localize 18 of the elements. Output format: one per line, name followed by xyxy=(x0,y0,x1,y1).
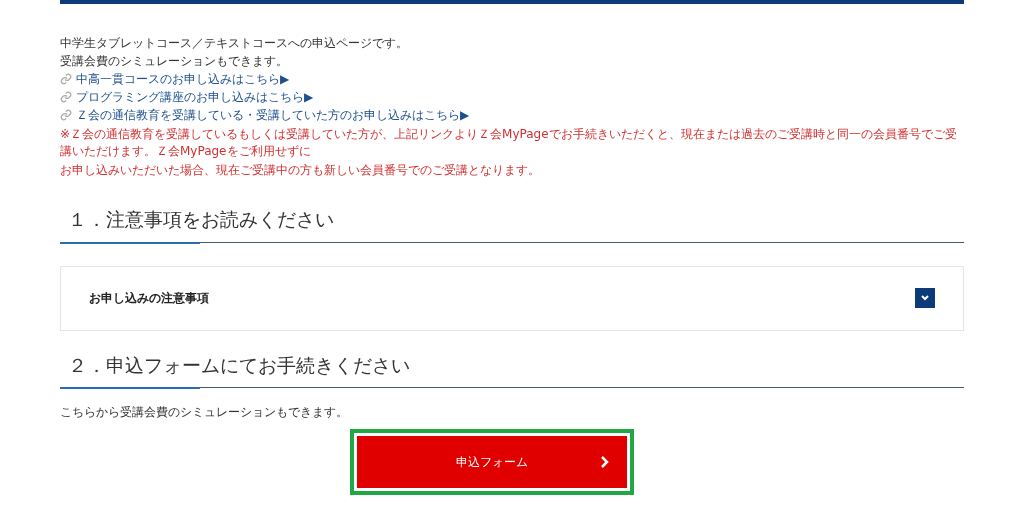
link-icon xyxy=(60,73,72,85)
intro-text: 中学生タブレットコース／テキストコースへの申込ページです。 xyxy=(60,35,409,52)
chevron-icon[interactable] xyxy=(915,288,935,308)
accordion-panel[interactable]: お申し込みの注意事項 xyxy=(60,265,964,331)
intro-text: 受講会費のシミュレーションもできます。 xyxy=(60,53,289,70)
section-heading: ２．申込フォームにてお手続きください xyxy=(67,352,411,378)
chevron-right-icon xyxy=(600,456,609,468)
course-link[interactable]: プログラミング講座のお申し込みはこちら▶ xyxy=(76,88,314,106)
section-heading: １．注意事項をお読みください xyxy=(67,207,335,232)
notice-text: ※Ｚ会の通信教育を受講しているもしくは受講していた方が、上記リンクよりＺ会MyPageでお手続きいただくと、現在または過去のご受講時と同一の会員番号でご受講いただけます。Ｚ会MyPageをご利用せずに xyxy=(60,126,958,160)
course-link[interactable]: 中高一貫コースのお申し込みはこちら▶ xyxy=(76,70,290,88)
link-icon xyxy=(60,109,72,121)
accordion-title: お申し込みの注意事項 xyxy=(89,290,209,307)
course-link[interactable]: Ｚ会の通信教育を受講している・受講していた方のお申し込みはこちら▶ xyxy=(76,106,470,124)
link-icon xyxy=(60,91,72,103)
application-form-button[interactable]: 申込フォーム xyxy=(357,436,627,488)
simulation-text: こちらから受講会費のシミュレーションもできます。 xyxy=(60,404,349,421)
notice-text: お申し込みいただいた場合、現在ご受講中の方も新しい会員番号でのご受講となります。 xyxy=(60,162,541,179)
